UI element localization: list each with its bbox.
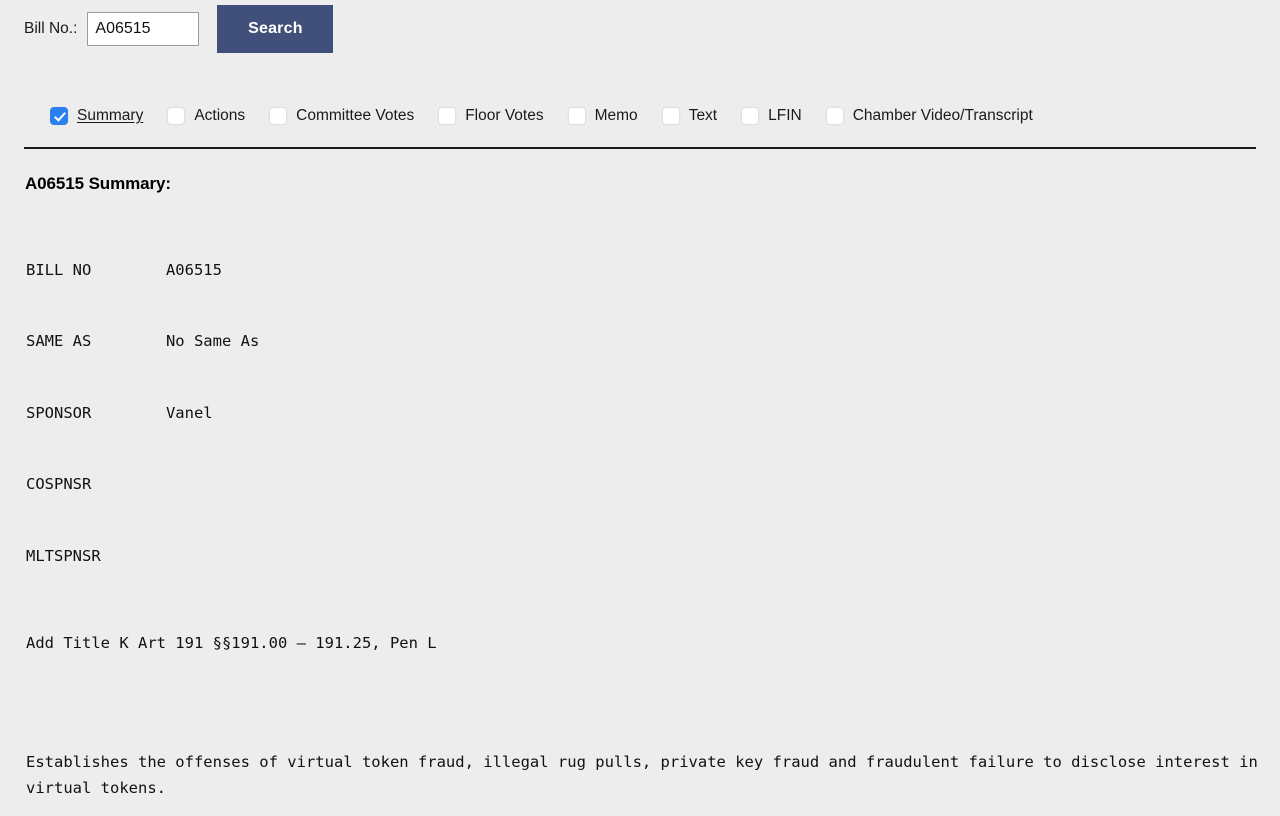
checkbox-actions[interactable] — [167, 107, 186, 125]
detail-row-bill-no: BILL NO A06515 — [26, 260, 1280, 279]
detail-row-same-as: SAME AS No Same As — [26, 332, 1280, 350]
tab-label-floor-votes[interactable]: Floor Votes — [465, 107, 543, 125]
detail-line-mltspnsr: MLTSPNSR — [26, 546, 101, 565]
bill-description: Establishes the offenses of virtual toke… — [26, 752, 1268, 797]
search-button[interactable]: Search — [217, 5, 334, 53]
checkbox-summary[interactable] — [50, 107, 68, 125]
bill-number-input[interactable] — [87, 12, 200, 46]
tab-text[interactable]: Text — [661, 107, 717, 125]
search-bar: Bill No.: Search — [0, 0, 1280, 53]
tab-label-actions[interactable]: Actions — [194, 107, 245, 125]
detail-line-sponsor: SPONSOR Vanel — [26, 403, 213, 422]
section-divider — [24, 147, 1256, 149]
checkbox-memo[interactable] — [567, 107, 586, 125]
checkbox-lfin[interactable] — [741, 107, 760, 125]
tab-memo[interactable]: Memo — [567, 107, 638, 125]
tab-actions[interactable]: Actions — [167, 107, 245, 125]
detail-line-cospnsr: COSPNSR — [26, 475, 92, 493]
page-title: A06515 Summary: — [25, 174, 171, 193]
tab-label-committee-votes[interactable]: Committee Votes — [296, 107, 414, 125]
tab-summary[interactable]: Summary — [50, 107, 143, 125]
detail-row-cospnsr: COSPNSR — [26, 475, 1280, 493]
detail-row-sponsor: SPONSOR Vanel — [26, 403, 1280, 422]
checkbox-text[interactable] — [661, 107, 680, 125]
detail-line-same-as: SAME AS No Same As — [26, 332, 260, 350]
checkbox-committee-votes[interactable] — [269, 107, 288, 125]
detail-row-mltspnsr: MLTSPNSR — [26, 546, 1280, 565]
tab-label-memo[interactable]: Memo — [595, 107, 638, 125]
checkbox-chamber-video-transcript[interactable] — [825, 107, 844, 125]
tab-lfin[interactable]: LFIN — [741, 107, 802, 125]
tab-floor-votes[interactable]: Floor Votes — [438, 107, 544, 125]
detail-line-bill-no: BILL NO A06515 — [26, 260, 222, 279]
tab-chamber-video-transcript[interactable]: Chamber Video/Transcript — [825, 107, 1033, 125]
bill-detail-block: BILL NO A06515 SAME AS No Same As SPONSO… — [26, 216, 1280, 816]
tab-committee-votes[interactable]: Committee Votes — [269, 107, 414, 125]
checkbox-floor-votes[interactable] — [438, 107, 457, 125]
tab-label-lfin[interactable]: LFIN — [768, 107, 802, 125]
law-reference: Add Title K Art 191 §§191.00 — 191.25, P… — [26, 633, 437, 652]
section-tab-row: Summary Actions Committee Votes Floor Vo… — [0, 94, 1280, 138]
tab-label-chamber-video-transcript[interactable]: Chamber Video/Transcript — [853, 107, 1033, 125]
tab-label-summary[interactable]: Summary — [77, 107, 143, 125]
bill-number-label: Bill No.: — [24, 20, 78, 37]
tab-label-text[interactable]: Text — [689, 107, 717, 125]
